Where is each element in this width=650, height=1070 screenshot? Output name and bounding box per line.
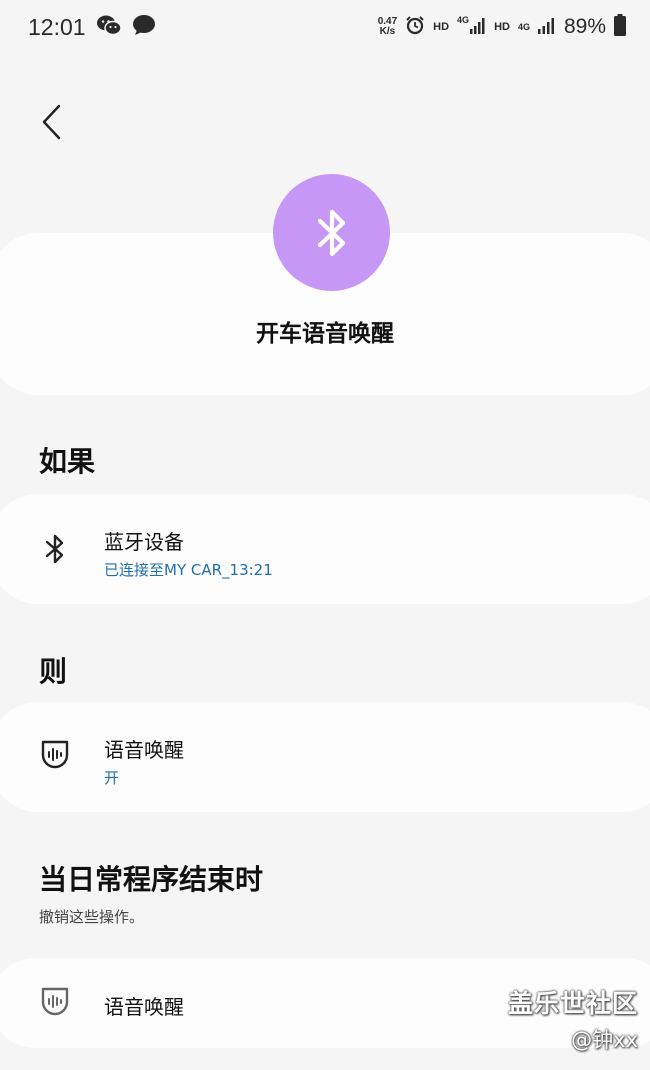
watermark-user: @钟xx bbox=[571, 1028, 638, 1052]
bluetooth-icon bbox=[317, 209, 345, 256]
chevron-left-icon bbox=[42, 104, 61, 140]
network-speed: 0.47 K/s bbox=[378, 17, 397, 37]
voice-wakeup-icon bbox=[40, 987, 70, 1017]
back-button[interactable] bbox=[32, 102, 72, 142]
watermark-site: 盖乐世社区 bbox=[507, 989, 638, 1018]
signal-icon bbox=[537, 16, 556, 39]
message-bubble-icon bbox=[132, 14, 156, 41]
network-4g-label-1: 4G bbox=[457, 14, 470, 25]
voice-wakeup-icon bbox=[40, 740, 70, 770]
end-section-heading: 当日常程序结束时 bbox=[39, 863, 264, 896]
status-time: 12:01 bbox=[28, 13, 86, 40]
end-section-description: 撤销这些操作。 bbox=[39, 908, 145, 926]
if-condition-card[interactable]: 蓝牙设备 已连接至MY CAR_13:21 bbox=[0, 494, 650, 604]
bluetooth-icon bbox=[40, 534, 70, 564]
battery-percent: 89% bbox=[563, 15, 606, 38]
hd-label-2: HD bbox=[494, 21, 510, 33]
alarm-icon bbox=[405, 15, 425, 40]
then-action-card[interactable]: 语音唤醒 开 bbox=[0, 702, 650, 812]
action-subtitle: 开 bbox=[104, 769, 120, 787]
routine-icon-badge[interactable] bbox=[273, 174, 390, 291]
battery-icon bbox=[614, 13, 626, 41]
condition-title: 蓝牙设备 bbox=[104, 530, 184, 554]
status-bar: 12:01 0.47 K/s HD 4G HD 4G 89% bbox=[0, 0, 650, 54]
routine-title[interactable]: 开车语音唤醒 bbox=[0, 314, 650, 348]
network-speed-unit: K/s bbox=[379, 26, 396, 37]
status-left: 12:01 bbox=[28, 14, 156, 41]
hd-label-1: HD bbox=[433, 21, 450, 33]
status-right: 0.47 K/s HD 4G HD 4G 89% bbox=[378, 13, 626, 41]
network-4g-2: 4G bbox=[517, 21, 530, 32]
then-section-heading: 则 bbox=[39, 655, 68, 688]
condition-subtitle: 已连接至MY CAR_13:21 bbox=[104, 561, 273, 579]
signal-icon bbox=[470, 16, 486, 39]
network-4g-1: 4G bbox=[457, 14, 486, 39]
action-title: 语音唤醒 bbox=[104, 738, 184, 762]
network-4g-label-2: 4G bbox=[517, 21, 530, 32]
wechat-icon bbox=[96, 14, 122, 41]
end-action-title: 语音唤醒 bbox=[104, 995, 184, 1019]
if-section-heading: 如果 bbox=[39, 445, 96, 478]
